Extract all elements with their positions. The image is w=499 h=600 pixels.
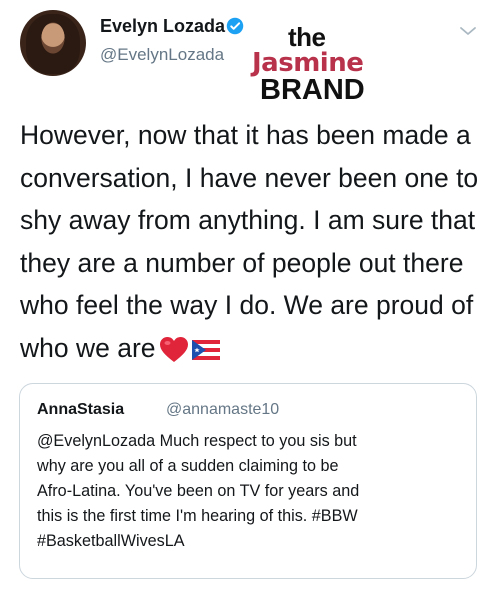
tweet-card: Evelyn Lozada @EvelynLozada the Jasmine … <box>0 0 499 600</box>
tweet-body: However, now that it has been made a con… <box>20 114 490 369</box>
author-name[interactable]: Evelyn Lozada <box>100 16 225 37</box>
tweet-body-line: who we are <box>20 332 156 363</box>
quoted-tweet-line: why are you all of a sudden claiming to … <box>37 457 339 475</box>
watermark-brand: BRAND <box>260 74 365 106</box>
quoted-tweet-line: this is the first time I'm hearing of th… <box>37 507 358 525</box>
quoted-tweet-line: Afro-Latina. You've been on TV for years… <box>37 482 360 500</box>
puerto-rico-flag-icon <box>191 339 220 360</box>
quoted-tweet-line: #BasketballWivesLA <box>37 532 185 550</box>
tweet-body-line: However, now that it has been made a <box>20 120 471 150</box>
quoted-tweet-line: @EvelynLozada Much respect to you sis bu… <box>37 432 357 450</box>
quoted-author-handle[interactable]: @annamaste10 <box>166 401 279 419</box>
tweet-body-line: conversation, I have never been one to <box>20 162 479 193</box>
quoted-tweet[interactable]: AnnaStasia @annamaste10 @EvelynLozada Mu… <box>19 383 477 579</box>
tweet-body-last-line: who we are <box>20 327 490 370</box>
avatar[interactable] <box>20 10 86 76</box>
chevron-down-icon[interactable] <box>458 24 478 38</box>
red-heart-icon <box>159 336 188 362</box>
quoted-author-name[interactable]: AnnaStasia <box>37 401 124 419</box>
tweet-body-line: they are a number of people out there <box>20 247 464 278</box>
tweet-body-line: who feel the way I do. We are proud of <box>20 290 474 320</box>
watermark-logo: the Jasmine BRAND <box>252 22 392 108</box>
verified-badge-icon <box>226 17 244 35</box>
author-handle[interactable]: @EvelynLozada <box>100 45 224 65</box>
quoted-tweet-body: @EvelynLozada Much respect to you sis bu… <box>37 429 467 554</box>
tweet-body-line: shy away from anything. I am sure that <box>20 205 476 235</box>
